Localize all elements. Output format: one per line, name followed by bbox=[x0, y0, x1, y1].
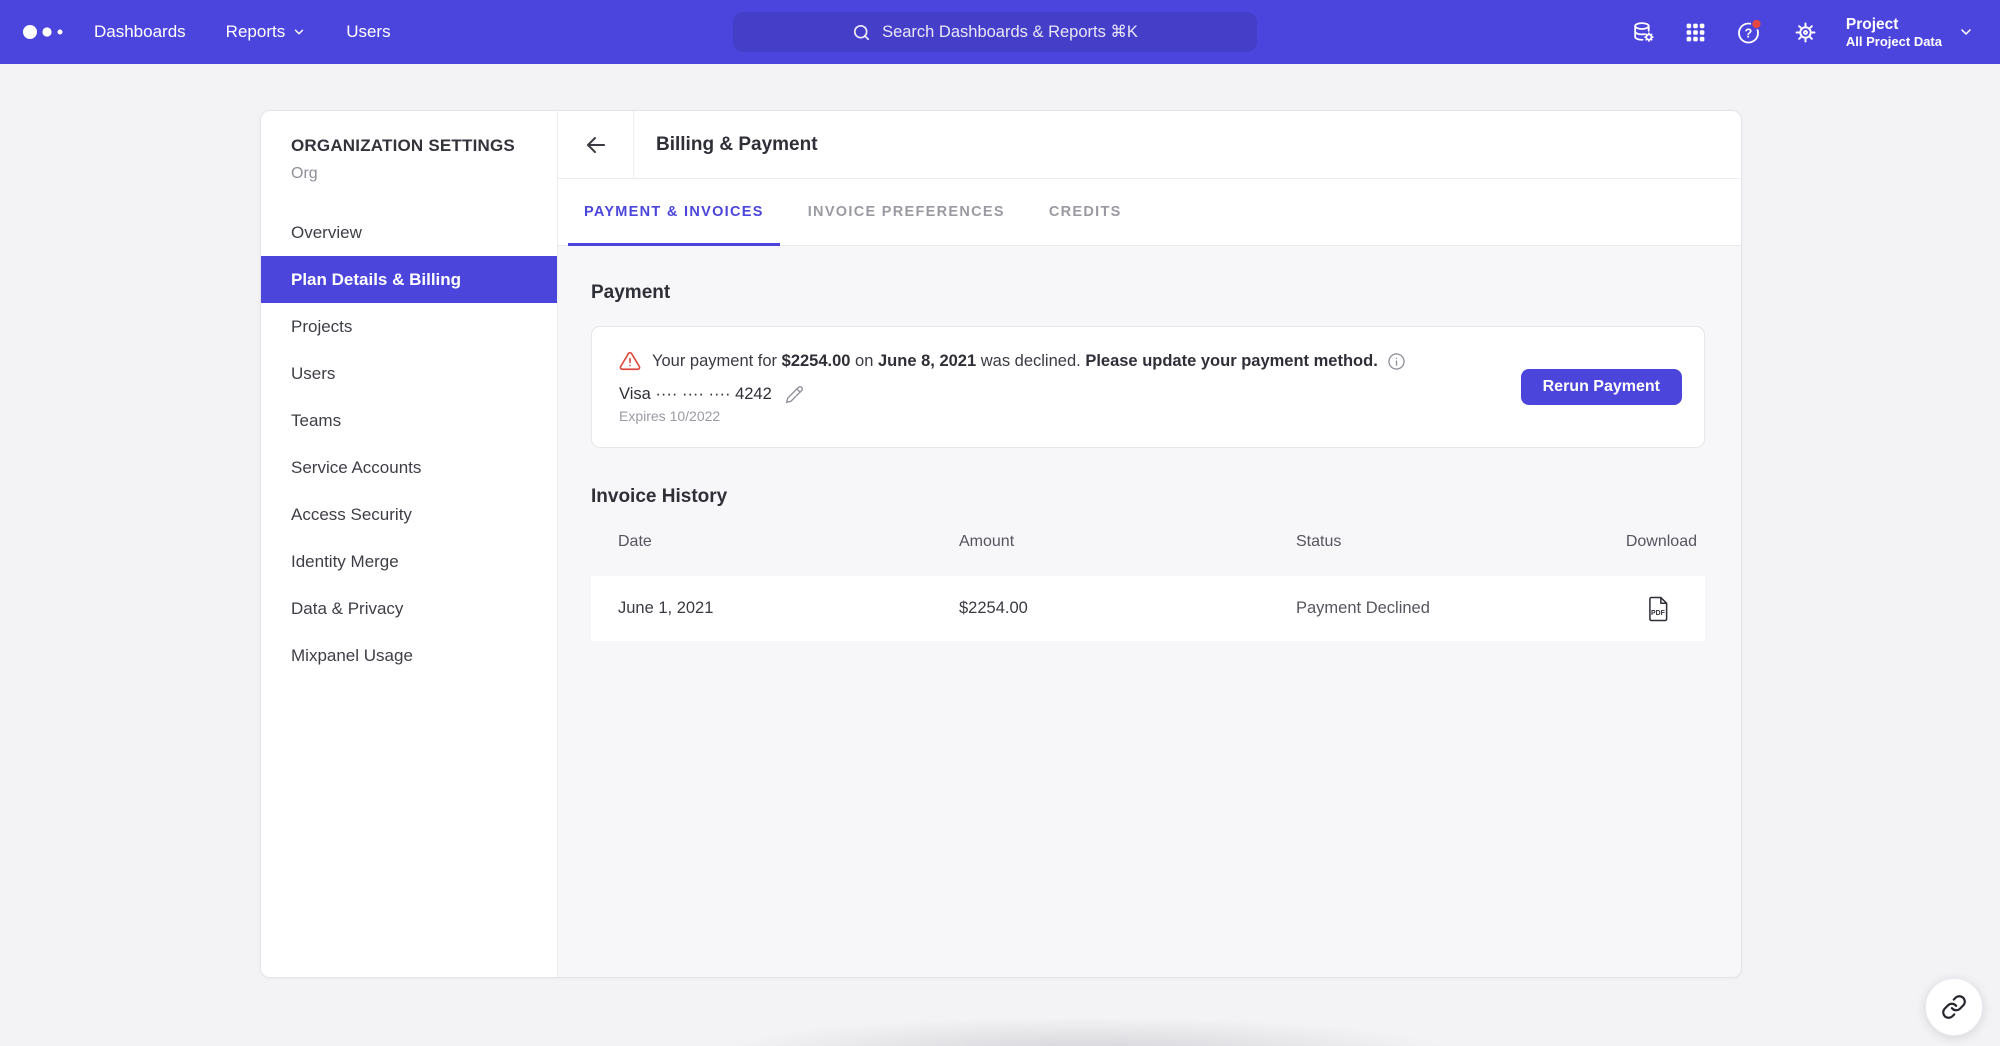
topbar-right-cluster: ? Project All Project Data bbox=[1631, 0, 2000, 64]
sidebar-item-label: Data & Privacy bbox=[291, 599, 403, 619]
sidebar-item-label: Users bbox=[291, 364, 335, 384]
sidebar-item-teams[interactable]: Teams bbox=[261, 397, 557, 444]
nav-reports-label: Reports bbox=[226, 22, 286, 42]
sidebar-item-users[interactable]: Users bbox=[261, 350, 557, 397]
data-management-icon[interactable] bbox=[1631, 20, 1656, 45]
notification-badge-dot bbox=[1752, 19, 1762, 29]
sidebar-item-label: Overview bbox=[291, 223, 362, 243]
sidebar-item-label: Mixpanel Usage bbox=[291, 646, 413, 666]
card-brand-number: Visa ···· ···· ···· 4242 bbox=[619, 385, 772, 404]
tab-invoice-preferences[interactable]: INVOICE PREFERENCES bbox=[792, 179, 1021, 245]
share-link-fab[interactable] bbox=[1925, 978, 1983, 1036]
project-switcher[interactable]: Project All Project Data bbox=[1846, 15, 1974, 50]
sidebar-item-label: Service Accounts bbox=[291, 458, 421, 478]
chevron-down-icon bbox=[292, 25, 306, 39]
rerun-payment-button[interactable]: Rerun Payment bbox=[1521, 369, 1682, 405]
payment-method-card: Your payment for $2254.00 on June 8, 202… bbox=[591, 326, 1705, 448]
sidebar-item-mixpanel-usage[interactable]: Mixpanel Usage bbox=[261, 632, 557, 679]
page-header: Billing & Payment bbox=[558, 111, 1741, 179]
sidebar-item-list: Overview Plan Details & Billing Projects… bbox=[261, 209, 557, 679]
column-header-status: Status bbox=[1296, 533, 1626, 551]
org-settings-panel: ORGANIZATION SETTINGS Org Overview Plan … bbox=[260, 110, 1742, 978]
chevron-down-icon bbox=[1958, 24, 1974, 40]
sidebar-item-projects[interactable]: Projects bbox=[261, 303, 557, 350]
page-title: Billing & Payment bbox=[656, 134, 818, 156]
bottom-sheet-shadow bbox=[610, 1004, 1560, 1046]
sidebar-item-service-accounts[interactable]: Service Accounts bbox=[261, 444, 557, 491]
column-header-amount: Amount bbox=[959, 533, 1296, 551]
nav-reports[interactable]: Reports bbox=[226, 22, 307, 42]
sidebar-item-label: Teams bbox=[291, 411, 341, 431]
sidebar-item-plan-details-billing[interactable]: Plan Details & Billing bbox=[261, 256, 557, 303]
top-nav-links: Dashboards Reports Users bbox=[94, 22, 391, 42]
invoice-date: June 1, 2021 bbox=[618, 599, 959, 618]
sidebar-item-access-security[interactable]: Access Security bbox=[261, 491, 557, 538]
apps-grid-icon[interactable] bbox=[1684, 21, 1707, 44]
search-icon bbox=[852, 23, 871, 42]
sidebar-item-identity-merge[interactable]: Identity Merge bbox=[261, 538, 557, 585]
tab-label: PAYMENT & INVOICES bbox=[584, 204, 764, 220]
column-header-download: Download bbox=[1626, 533, 1697, 551]
tab-label: INVOICE PREFERENCES bbox=[808, 204, 1005, 220]
link-chain-icon bbox=[1941, 994, 1967, 1020]
global-search-input[interactable]: Search Dashboards & Reports ⌘K bbox=[733, 12, 1257, 52]
invoice-table-header: Date Amount Status Download bbox=[591, 508, 1705, 576]
org-settings-sidebar: ORGANIZATION SETTINGS Org Overview Plan … bbox=[261, 111, 558, 977]
nav-users-label: Users bbox=[346, 22, 390, 42]
top-navigation-bar: Dashboards Reports Users Search Dashboar… bbox=[0, 0, 2000, 64]
sidebar-item-overview[interactable]: Overview bbox=[261, 209, 557, 256]
payment-declined-alert: Your payment for $2254.00 on June 8, 202… bbox=[619, 350, 1521, 372]
mixpanel-logo-icon[interactable] bbox=[22, 18, 68, 46]
help-icon[interactable]: ? bbox=[1735, 17, 1765, 47]
billing-tabs: PAYMENT & INVOICES INVOICE PREFERENCES C… bbox=[558, 179, 1741, 246]
svg-text:?: ? bbox=[1745, 27, 1753, 41]
nav-dashboards-label: Dashboards bbox=[94, 22, 186, 42]
arrow-left-icon bbox=[584, 133, 608, 157]
edit-pencil-icon[interactable] bbox=[785, 385, 804, 404]
sidebar-item-data-privacy[interactable]: Data & Privacy bbox=[261, 585, 557, 632]
payment-method-details: Your payment for $2254.00 on June 8, 202… bbox=[619, 350, 1521, 424]
project-switcher-text: Project All Project Data bbox=[1846, 15, 1942, 50]
download-pdf-button[interactable]: PDF bbox=[1648, 596, 1669, 622]
sidebar-item-label: Plan Details & Billing bbox=[291, 270, 461, 290]
invoice-amount: $2254.00 bbox=[959, 599, 1296, 618]
project-value: All Project Data bbox=[1846, 34, 1942, 50]
sidebar-item-label: Identity Merge bbox=[291, 552, 399, 572]
search-placeholder: Search Dashboards & Reports ⌘K bbox=[882, 22, 1138, 42]
settings-gear-icon[interactable] bbox=[1793, 20, 1818, 45]
nav-users[interactable]: Users bbox=[346, 22, 390, 42]
sidebar-item-label: Projects bbox=[291, 317, 352, 337]
svg-text:PDF: PDF bbox=[1651, 610, 1665, 617]
tab-payment-invoices[interactable]: PAYMENT & INVOICES bbox=[568, 179, 780, 245]
info-icon[interactable] bbox=[1387, 352, 1406, 371]
warning-triangle-icon bbox=[619, 350, 641, 372]
payment-section-title: Payment bbox=[591, 282, 1705, 304]
tab-panel-payment-invoices: Payment Your payment for $2254.00 on Jun… bbox=[558, 246, 1741, 977]
invoice-row: June 1, 2021 $2254.00 Payment Declined P… bbox=[591, 576, 1705, 641]
org-name: Org bbox=[291, 165, 557, 183]
card-expiry: Expires 10/2022 bbox=[619, 408, 1521, 424]
invoice-history-title: Invoice History bbox=[591, 486, 1705, 508]
sidebar-title: ORGANIZATION SETTINGS bbox=[291, 136, 557, 156]
billing-content: Billing & Payment PAYMENT & INVOICES INV… bbox=[558, 111, 1741, 977]
tab-credits[interactable]: CREDITS bbox=[1033, 179, 1138, 245]
tab-label: CREDITS bbox=[1049, 204, 1122, 220]
pdf-file-icon: PDF bbox=[1648, 596, 1669, 622]
column-header-date: Date bbox=[618, 533, 959, 551]
card-number-row: Visa ···· ···· ···· 4242 bbox=[619, 385, 1521, 404]
nav-dashboards[interactable]: Dashboards bbox=[94, 22, 186, 42]
alert-text: Your payment for $2254.00 on June 8, 202… bbox=[652, 352, 1378, 371]
project-label: Project bbox=[1846, 15, 1942, 34]
invoice-status: Payment Declined bbox=[1296, 599, 1648, 618]
back-button[interactable] bbox=[558, 111, 634, 178]
sidebar-item-label: Access Security bbox=[291, 505, 412, 525]
